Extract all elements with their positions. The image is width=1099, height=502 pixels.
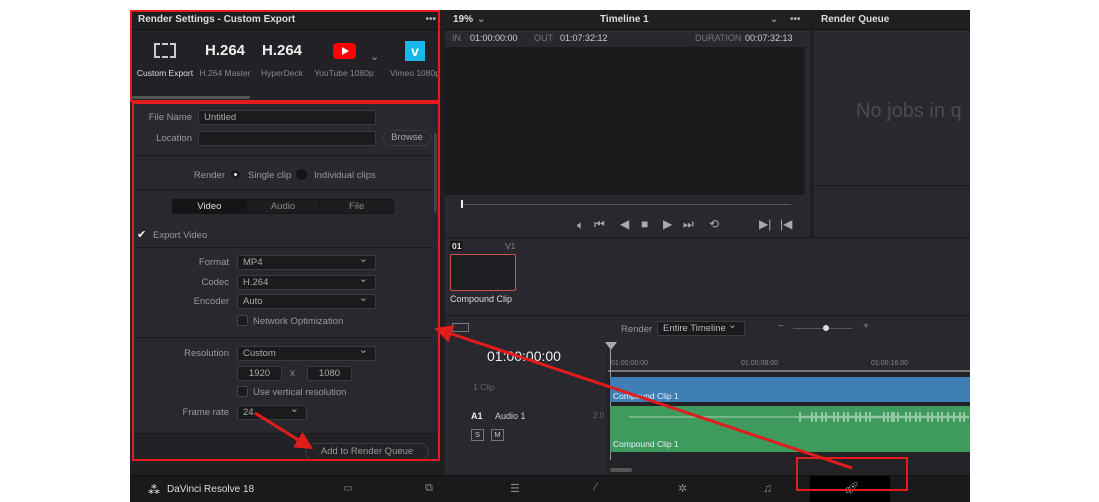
arrow-to-add-button <box>254 411 314 450</box>
highlight-box-presets <box>130 10 440 102</box>
arrow-to-settings <box>434 325 853 470</box>
annotation-overlay <box>130 10 908 491</box>
highlight-box-deliver <box>796 457 908 491</box>
highlight-box-settings <box>132 102 440 461</box>
